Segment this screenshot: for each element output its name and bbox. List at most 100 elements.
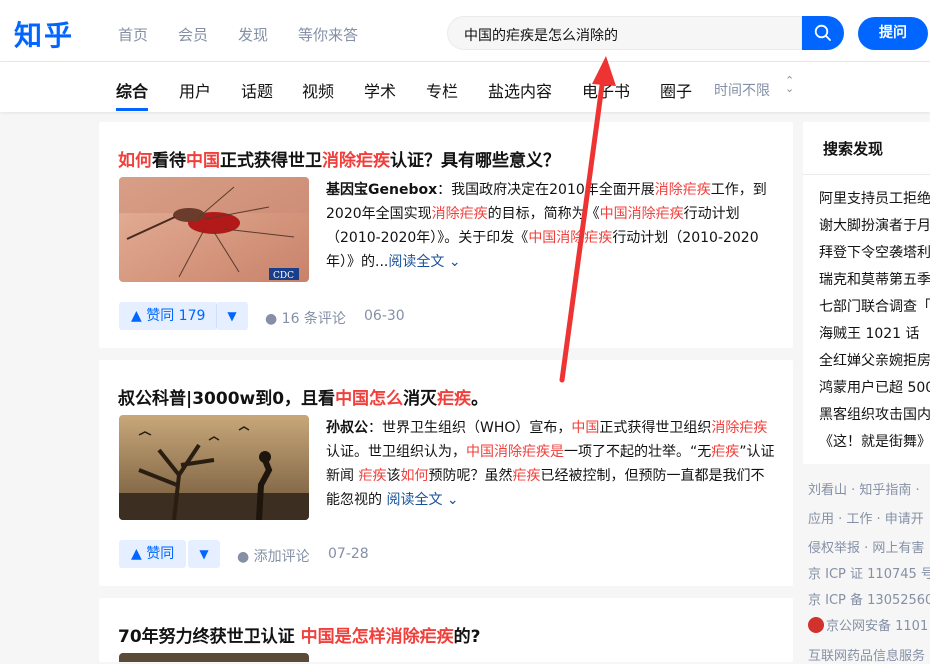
- search-discovery-panel: 搜索发现 阿里支持员工拒绝 谢大脚扮演者于月 拜登下令空袭塔利 瑞克和莫蒂第五季…: [803, 122, 930, 464]
- result-thumbnail[interactable]: [119, 653, 309, 662]
- nav-membership[interactable]: 会员: [178, 24, 208, 45]
- footer-links[interactable]: 刘看山 · 知乎指南 ·: [808, 479, 920, 498]
- sidebar-title: 搜索发现: [823, 140, 884, 158]
- upvote-button[interactable]: ▲ 赞同: [119, 540, 187, 568]
- main-nav: 首页 会员 发现 等你来答: [118, 24, 388, 45]
- highlighted-keyword: 如何: [400, 468, 429, 484]
- nav-discover[interactable]: 发现: [238, 24, 268, 45]
- result-title[interactable]: 叔公科普|3000w到0，且看中国怎么消灭疟疾。: [118, 384, 488, 409]
- text-segment: 认证。世卫组织认为，: [326, 444, 466, 460]
- highlighted-keyword: 疟疾: [512, 468, 541, 484]
- search-query[interactable]: 中国的疟疾是怎么消除的: [464, 25, 618, 45]
- tab-salt-content[interactable]: 盐选内容: [488, 78, 552, 102]
- tab-users[interactable]: 用户: [179, 78, 211, 102]
- highlighted-keyword: 疟疾: [358, 468, 387, 484]
- search-button[interactable]: [802, 16, 844, 50]
- police-badge-icon: [808, 617, 824, 633]
- footer-icp-record[interactable]: 京 ICP 备 13052560: [808, 589, 930, 608]
- illustration-thumbnail[interactable]: [119, 415, 309, 520]
- mosquito-image: CDC: [119, 177, 309, 282]
- highlighted-keyword: 中国消除疟疾是: [466, 444, 564, 460]
- highlighted-keyword: 如何: [118, 151, 152, 171]
- downvote-button[interactable]: ▼: [188, 540, 220, 568]
- discovery-item[interactable]: 瑞克和莫蒂第五季: [819, 269, 930, 289]
- footer-police-record[interactable]: 京公网安备 1101: [808, 615, 928, 634]
- text-segment: 正式获得世卫组织: [599, 420, 712, 436]
- highlighted-keyword: 疟疾: [711, 444, 740, 460]
- text-segment: 70年努力终获世卫认证: [118, 627, 301, 647]
- sidebar-divider: [803, 174, 930, 175]
- dead-tree-image: [119, 415, 309, 520]
- highlighted-keyword: 中国是怎样消除疟疾: [300, 627, 454, 647]
- discovery-item[interactable]: 黑客组织攻击国内: [819, 404, 930, 424]
- result-excerpt: 孙叔公：世界卫生组织（WHO）宣布，中国正式获得世卫组织消除疟疾认证。世卫组织认…: [326, 416, 776, 512]
- tab-ebooks[interactable]: 电子书: [582, 78, 630, 102]
- tab-circles[interactable]: 圈子: [660, 78, 692, 102]
- highlighted-keyword: 中国怎么: [335, 389, 404, 409]
- nav-home[interactable]: 首页: [118, 24, 148, 45]
- search-input[interactable]: 中国的疟疾是怎么消除的: [447, 16, 802, 50]
- result-excerpt: 基因宝Genebox：我国政府决定在2010年全面开展消除疟疾工作，到2020年…: [326, 178, 776, 274]
- sort-toggle-icon[interactable]: ⌃ ⌄: [785, 75, 794, 94]
- discovery-item[interactable]: 阿里支持员工拒绝: [819, 188, 930, 208]
- footer-links[interactable]: 侵权举报 · 网上有害: [808, 537, 924, 556]
- upvote-icon: ▲: [131, 308, 142, 324]
- highlighted-keyword: 消除疟疾: [431, 206, 488, 222]
- text-segment: ：我国政府决定在2010年全面开展: [437, 182, 655, 198]
- highlighted-keyword: 中国: [571, 420, 600, 436]
- comment-icon: ●: [265, 311, 278, 327]
- tab-general[interactable]: 综合: [116, 78, 148, 102]
- text-segment: 一项了不起的壮举。“无: [564, 444, 712, 460]
- discovery-item[interactable]: 谢大脚扮演者于月: [819, 215, 930, 235]
- text-segment: 预防呢？虽然: [428, 468, 513, 484]
- text-segment: 认证？具有哪些意义？: [390, 151, 560, 171]
- ask-question-button[interactable]: 提问: [858, 17, 928, 50]
- highlighted-keyword: 消除疟疾: [322, 151, 390, 171]
- nav-waiting-answers[interactable]: 等你来答: [298, 24, 358, 45]
- text-segment: 该: [386, 468, 401, 484]
- highlighted-keyword: 中国消除疟疾: [599, 206, 684, 222]
- tab-academic[interactable]: 学术: [364, 78, 396, 102]
- comments-link[interactable]: ● 16 条评论: [265, 308, 346, 328]
- discovery-item[interactable]: 全红婵父亲婉拒房: [819, 350, 930, 370]
- result-date: 07-28: [328, 546, 369, 562]
- active-tab-underline: [116, 108, 148, 111]
- highlighted-keyword: 消除疟疾: [654, 182, 711, 198]
- tab-videos[interactable]: 视频: [302, 78, 334, 102]
- highlighted-keyword: 消除疟疾: [711, 420, 768, 436]
- text-segment: 。: [471, 389, 489, 409]
- upvote-icon: ▲: [131, 546, 142, 562]
- search-tabs-bar: 综合 用户 话题 视频 学术 专栏 盐选内容 电子书 圈子 时间不限 ⌃ ⌄: [0, 62, 930, 112]
- discovery-item[interactable]: 拜登下令空袭塔利: [819, 242, 930, 262]
- read-more-link[interactable]: 阅读全文 ⌄: [386, 492, 458, 508]
- text-segment: 看待: [152, 151, 186, 171]
- footer-drug-info[interactable]: 互联网药品信息服务: [808, 645, 925, 664]
- tab-topics[interactable]: 话题: [241, 78, 273, 102]
- read-more-link[interactable]: 阅读全文 ⌄: [388, 254, 460, 270]
- time-filter-select[interactable]: 时间不限: [714, 80, 770, 100]
- zhihu-logo[interactable]: 知乎: [14, 14, 74, 54]
- discovery-item[interactable]: 《这！就是街舞》: [819, 431, 930, 451]
- chevron-down-icon: ⌄: [446, 492, 459, 508]
- downvote-button[interactable]: ▼: [216, 302, 248, 330]
- result-title[interactable]: 70年努力终获世卫认证 中国是怎样消除疟疾的?: [118, 622, 480, 647]
- text-segment: ：世界卫生组织（WHO）宣布，: [368, 420, 572, 436]
- discovery-item[interactable]: 海贼王 1021 话: [819, 323, 920, 343]
- tab-columns[interactable]: 专栏: [426, 78, 458, 102]
- search-icon: [814, 24, 831, 41]
- result-title[interactable]: 如何看待中国正式获得世卫消除疟疾认证？具有哪些意义？: [118, 146, 560, 171]
- result-author[interactable]: 基因宝Genebox: [326, 182, 437, 198]
- footer-links[interactable]: 应用 · 工作 · 申请开: [808, 508, 924, 527]
- discovery-item[interactable]: 鸿蒙用户已超 500: [819, 377, 930, 397]
- discovery-item[interactable]: 七部门联合调查「: [819, 296, 930, 316]
- comment-icon: ●: [237, 549, 250, 565]
- result-author[interactable]: 孙叔公: [326, 420, 368, 436]
- highlighted-keyword: 中国: [186, 151, 220, 171]
- footer-icp-license[interactable]: 京 ICP 证 110745 号: [808, 563, 930, 582]
- mosquito-thumbnail[interactable]: CDC: [119, 177, 309, 282]
- comments-link[interactable]: ● 添加评论: [237, 546, 310, 566]
- upvote-button[interactable]: ▲ 赞同 179: [119, 302, 218, 330]
- result-card: 叔公科普|3000w到0，且看中国怎么消灭疟疾。 孙叔公：世界卫生组织（WHO）…: [99, 360, 793, 586]
- text-segment: 的目标，简称为《: [487, 206, 600, 222]
- text-segment: 叔公科普|3000w到0，且看: [118, 389, 336, 409]
